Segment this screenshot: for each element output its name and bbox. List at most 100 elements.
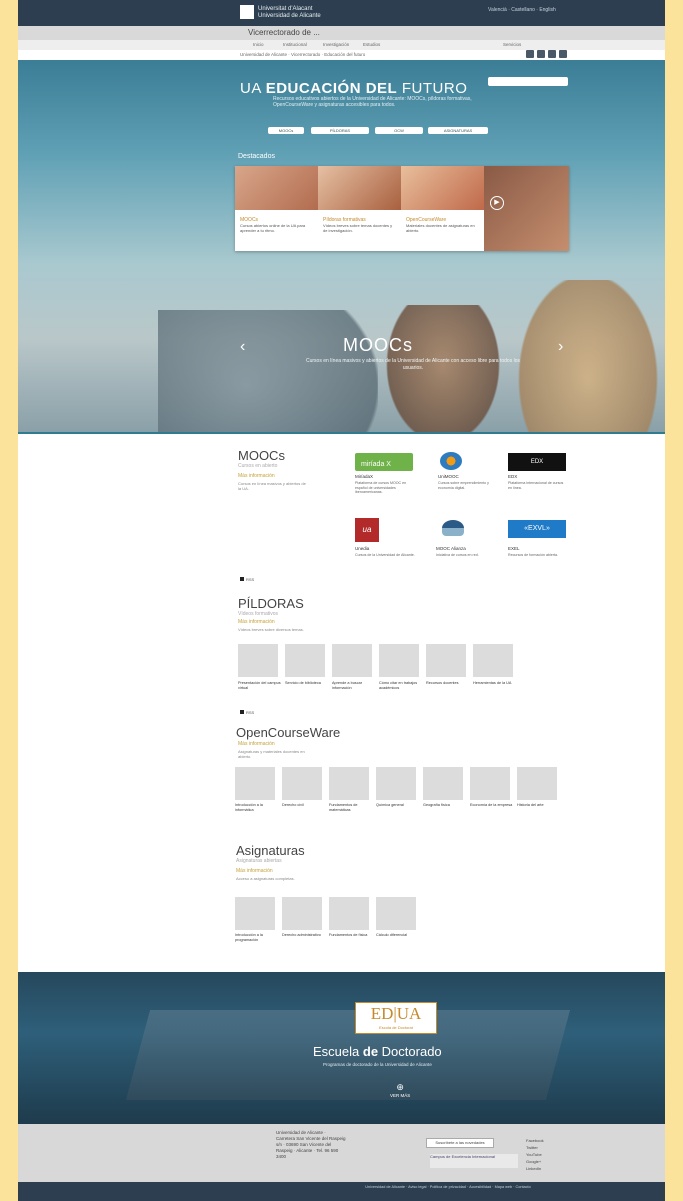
- ocw-thumb-4[interactable]: [376, 767, 416, 800]
- asignatura-thumb-3[interactable]: [329, 897, 369, 930]
- pildora-thumb-6[interactable]: [473, 644, 513, 677]
- youtube-icon[interactable]: [548, 50, 556, 58]
- ocw-label-6[interactable]: Economía de la empresa: [470, 803, 514, 808]
- facebook-icon[interactable]: [526, 50, 534, 58]
- slider-prev-icon[interactable]: ‹: [240, 338, 245, 356]
- partner-name-edx[interactable]: EDX: [508, 474, 517, 479]
- ocw-label-5[interactable]: Geografía física: [423, 803, 467, 808]
- play-icon[interactable]: ▶: [490, 196, 504, 210]
- hero-button-pildoras[interactable]: PÍLDORAS: [311, 127, 369, 134]
- pildora-thumb-3[interactable]: [332, 644, 372, 677]
- moocs-subtitle: Cursos en abierto: [238, 463, 278, 469]
- partner-name-exel[interactable]: EXEL: [508, 546, 520, 551]
- subscribe-button[interactable]: Suscríbete a las novedades: [426, 1138, 494, 1148]
- pildora-thumb-2[interactable]: [285, 644, 325, 677]
- pildora-label-6[interactable]: Herramientas de la UA: [473, 681, 517, 686]
- pildora-thumb-5[interactable]: [426, 644, 466, 677]
- asignatura-thumb-2[interactable]: [282, 897, 322, 930]
- feature-3-text: Materiales docentes de asignaturas en ab…: [406, 223, 475, 233]
- university-name[interactable]: Universitat d'Alacant Universidad de Ali…: [258, 6, 338, 20]
- rss-icon[interactable]: [559, 50, 567, 58]
- pildoras-rss[interactable]: RSS: [240, 710, 254, 715]
- edx-logo[interactable]: EDX: [508, 453, 566, 471]
- nav-item-investigacion[interactable]: Investigación: [323, 42, 349, 47]
- partner-name-unimooc[interactable]: UniMOOC: [438, 474, 459, 479]
- ocw-label-1[interactable]: Introducción a la informática: [235, 803, 279, 812]
- hero-button-ocw[interactable]: OCW: [375, 127, 423, 134]
- nav-item-servicios[interactable]: Servicios: [503, 42, 521, 47]
- partner-name-unedia[interactable]: Unedia: [355, 546, 369, 551]
- pildora-label-4[interactable]: Cómo citar en trabajos académicos: [379, 681, 423, 690]
- footer-social-linkedin[interactable]: LinkedIn: [526, 1166, 541, 1171]
- pildora-label-1[interactable]: Presentación del campus virtual: [238, 681, 282, 690]
- pildora-thumb-4[interactable]: [379, 644, 419, 677]
- hero-search-input[interactable]: [488, 77, 568, 86]
- slide-title: MOOCs: [343, 335, 413, 355]
- asignaturas-desc: Acceso a asignaturas completas.: [236, 876, 295, 881]
- moocs-rss[interactable]: RSS: [240, 577, 254, 582]
- unimooc-logo[interactable]: [440, 452, 462, 470]
- pildora-label-2[interactable]: Servicio de biblioteca: [285, 681, 329, 686]
- hero-title: UA EDUCACIÓN DEL FUTURO: [240, 80, 467, 97]
- language-links[interactable]: Valencià · Castellano · English: [488, 7, 556, 13]
- featured-card: MOOCs Cursos abiertos online de la UA pa…: [235, 166, 569, 251]
- pildora-thumb-1[interactable]: [238, 644, 278, 677]
- asignatura-label-1[interactable]: Introducción a la programación: [235, 933, 279, 942]
- ocw-thumb-6[interactable]: [470, 767, 510, 800]
- feature-1[interactable]: MOOCs Cursos abiertos online de la UA pa…: [240, 218, 310, 234]
- moocs-desc: Cursos en línea masivos y abiertos de la…: [238, 481, 306, 491]
- ua-logo-icon[interactable]: [240, 5, 254, 19]
- asignaturas-link[interactable]: Más información: [236, 868, 273, 874]
- asignatura-thumb-4[interactable]: [376, 897, 416, 930]
- twitter-icon[interactable]: [537, 50, 545, 58]
- ocw-label-3[interactable]: Fundamentos de matemáticas: [329, 803, 373, 812]
- footer-social-facebook[interactable]: Facebook: [526, 1138, 544, 1143]
- feature-image-2[interactable]: [318, 166, 401, 210]
- asignatura-thumb-1[interactable]: [235, 897, 275, 930]
- campus-excelencia-logo[interactable]: Campus de Excelencia Internacional: [430, 1154, 518, 1168]
- partner-name-miriadax[interactable]: MiríadaX: [355, 474, 373, 479]
- feature-3[interactable]: OpenCourseWare Materiales docentes de as…: [406, 218, 476, 234]
- nav-item-estudios[interactable]: Estudios: [363, 42, 380, 47]
- pildoras-link[interactable]: Más información: [238, 619, 275, 625]
- exel-logo[interactable]: «EXVL»: [508, 520, 566, 538]
- footer-legal[interactable]: Universidad de Alicante · Aviso legal · …: [318, 1185, 578, 1190]
- ocw-thumb-7[interactable]: [517, 767, 557, 800]
- ocw-label-7[interactable]: Historia del arte: [517, 803, 561, 808]
- feature-image-3[interactable]: [401, 166, 484, 210]
- feature-image-1[interactable]: [235, 166, 318, 210]
- ocw-link[interactable]: Más información: [238, 741, 275, 747]
- nav-item-institucional[interactable]: Institucional: [283, 42, 307, 47]
- mooc-alianza-logo[interactable]: [442, 520, 464, 536]
- hero-person-right: [508, 280, 665, 432]
- footer-social-twitter[interactable]: Twitter: [526, 1145, 538, 1150]
- nav-item-inicio[interactable]: Inicio: [253, 42, 264, 47]
- ver-mas-button[interactable]: ⊕ VER MÁS: [390, 1082, 410, 1098]
- ocw-label-2[interactable]: Derecho civil: [282, 803, 326, 808]
- vicerrectorado-title[interactable]: Vicerrectorado de ...: [248, 28, 320, 37]
- ocw-thumb-2[interactable]: [282, 767, 322, 800]
- ocw-thumb-1[interactable]: [235, 767, 275, 800]
- ocw-thumb-5[interactable]: [423, 767, 463, 800]
- footer-social-google[interactable]: Google+: [526, 1159, 541, 1164]
- slider-next-icon[interactable]: ›: [558, 338, 563, 356]
- slide-text: Cursos en línea masivos y abiertos de la…: [305, 358, 520, 371]
- ocw-thumb-3[interactable]: [329, 767, 369, 800]
- unedia-logo[interactable]: ua: [355, 518, 379, 542]
- partner-name-alianza[interactable]: MOOC Alianza: [436, 546, 466, 551]
- miriadax-logo[interactable]: miríada X: [355, 453, 413, 471]
- edua-logo[interactable]: ED|UA Escola de Doctorat: [355, 1002, 437, 1034]
- hero-button-asignaturas[interactable]: ASIGNATURAS: [428, 127, 488, 134]
- pildora-label-3[interactable]: Aprende a buscar información: [332, 681, 376, 690]
- asignatura-label-3[interactable]: Fundamentos de física: [329, 933, 373, 938]
- hero-button-moocs[interactable]: MOOCs: [268, 127, 304, 134]
- edua-logo-sub: Escola de Doctorat: [379, 1025, 413, 1030]
- asignatura-label-4[interactable]: Cálculo diferencial: [376, 933, 420, 938]
- moocs-link[interactable]: Más información: [238, 473, 275, 479]
- feature-2[interactable]: Píldoras formativas Vídeos breves sobre …: [323, 218, 393, 234]
- footer-social-youtube[interactable]: YouTube: [526, 1152, 542, 1157]
- pildora-label-5[interactable]: Recursos docentes: [426, 681, 470, 686]
- breadcrumb[interactable]: Universidad de Alicante · Vicerrectorado…: [240, 52, 365, 57]
- ocw-label-4[interactable]: Química general: [376, 803, 420, 808]
- asignatura-label-2[interactable]: Derecho administrativo: [282, 933, 326, 938]
